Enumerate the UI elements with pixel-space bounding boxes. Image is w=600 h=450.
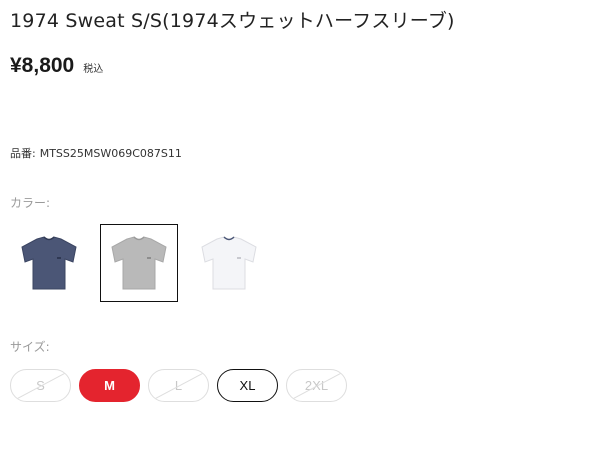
color-swatches bbox=[10, 224, 280, 302]
sku-value: MTSS25MSW069C087S11 bbox=[39, 147, 182, 160]
tshirt-white-icon bbox=[201, 236, 257, 290]
size-button-m[interactable]: M bbox=[79, 369, 140, 402]
color-swatch-white[interactable] bbox=[190, 224, 268, 302]
size-label: サイズ: bbox=[10, 340, 50, 354]
color-label: カラー: bbox=[10, 196, 51, 210]
price-row: ¥8,800 税込 bbox=[10, 54, 103, 78]
product-price: ¥8,800 bbox=[10, 54, 75, 77]
sku-row: 品番: MTSS25MSW069C087S11 bbox=[10, 145, 182, 161]
size-button-l[interactable]: L bbox=[148, 369, 209, 402]
tshirt-navy-icon bbox=[21, 236, 77, 290]
size-button-2xl[interactable]: 2XL bbox=[286, 369, 347, 402]
tshirt-gray-icon bbox=[111, 236, 167, 290]
sku-label: 品番: bbox=[10, 147, 36, 160]
product-title: 1974 Sweat S/S(1974スウェットハーフスリーブ) bbox=[10, 10, 455, 32]
color-swatch-navy[interactable] bbox=[10, 224, 88, 302]
size-button-xl[interactable]: XL bbox=[217, 369, 278, 402]
size-options: S M L XL 2XL bbox=[10, 369, 355, 402]
size-button-s[interactable]: S bbox=[10, 369, 71, 402]
tax-included-label: 税込 bbox=[83, 64, 104, 75]
color-swatch-gray[interactable] bbox=[100, 224, 178, 302]
